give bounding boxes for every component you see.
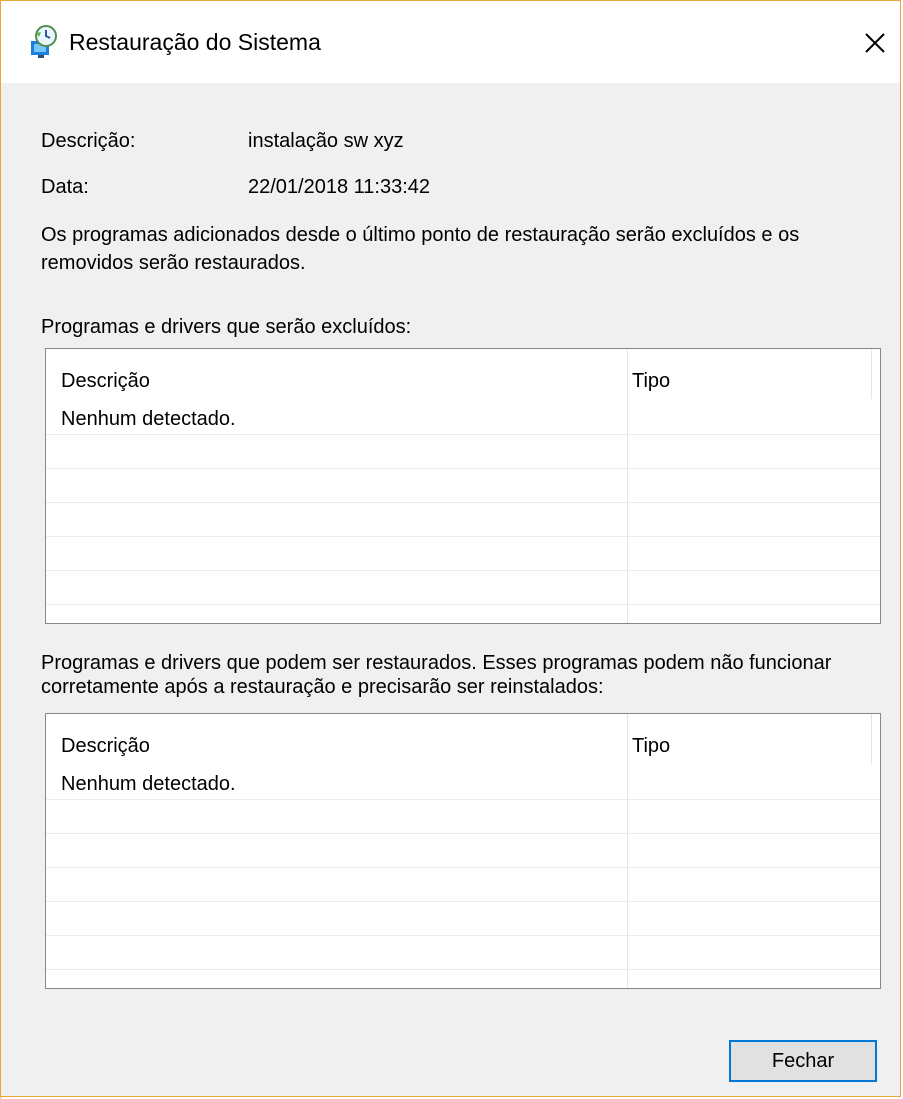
- column-divider: [627, 349, 628, 623]
- system-restore-dialog: Restauração do Sistema Descrição: instal…: [0, 0, 901, 1097]
- close-button[interactable]: Fechar: [729, 1040, 877, 1082]
- list-row-separator: [46, 536, 880, 537]
- list-row-separator: [46, 604, 880, 605]
- column-divider-end: [871, 714, 872, 764]
- removed-column-description[interactable]: Descrição: [61, 367, 150, 395]
- column-divider: [627, 714, 628, 988]
- list-row-separator: [46, 833, 880, 834]
- restore-note: Os programas adicionados desde o último …: [41, 224, 800, 274]
- date-value: 22/01/2018 11:33:42: [248, 176, 431, 198]
- system-restore-icon: [31, 25, 57, 58]
- list-row-separator: [46, 901, 880, 902]
- list-row-separator: [46, 867, 880, 868]
- list-row-separator: [46, 969, 880, 970]
- description-label: Descrição:: [41, 130, 136, 152]
- list-row-separator: [46, 434, 880, 435]
- restored-column-description[interactable]: Descrição: [61, 732, 150, 760]
- list-row-separator: [46, 468, 880, 469]
- restored-column-type[interactable]: Tipo: [632, 732, 670, 760]
- title-bar: Restauração do Sistema: [1, 1, 900, 83]
- list-row-separator: [46, 935, 880, 936]
- description-value: instalação sw xyz: [248, 130, 404, 152]
- column-divider-end: [871, 349, 872, 399]
- restored-programs-list[interactable]: Descrição Tipo Nenhum detectado.: [45, 713, 881, 989]
- list-row-separator: [46, 502, 880, 503]
- restored-row-description[interactable]: Nenhum detectado.: [61, 770, 236, 798]
- window-title: Restauração do Sistema: [69, 29, 321, 55]
- removed-section-heading: Programas e drivers que serão excluídos:: [41, 316, 412, 338]
- list-row-separator: [46, 799, 880, 800]
- date-label: Data:: [41, 176, 89, 198]
- restored-section-heading: Programas e drivers que podem ser restau…: [41, 652, 832, 698]
- close-icon[interactable]: [853, 21, 897, 65]
- removed-row-description[interactable]: Nenhum detectado.: [61, 405, 236, 433]
- list-row-separator: [46, 570, 880, 571]
- removed-column-type[interactable]: Tipo: [632, 367, 670, 395]
- removed-programs-list[interactable]: Descrição Tipo Nenhum detectado.: [45, 348, 881, 624]
